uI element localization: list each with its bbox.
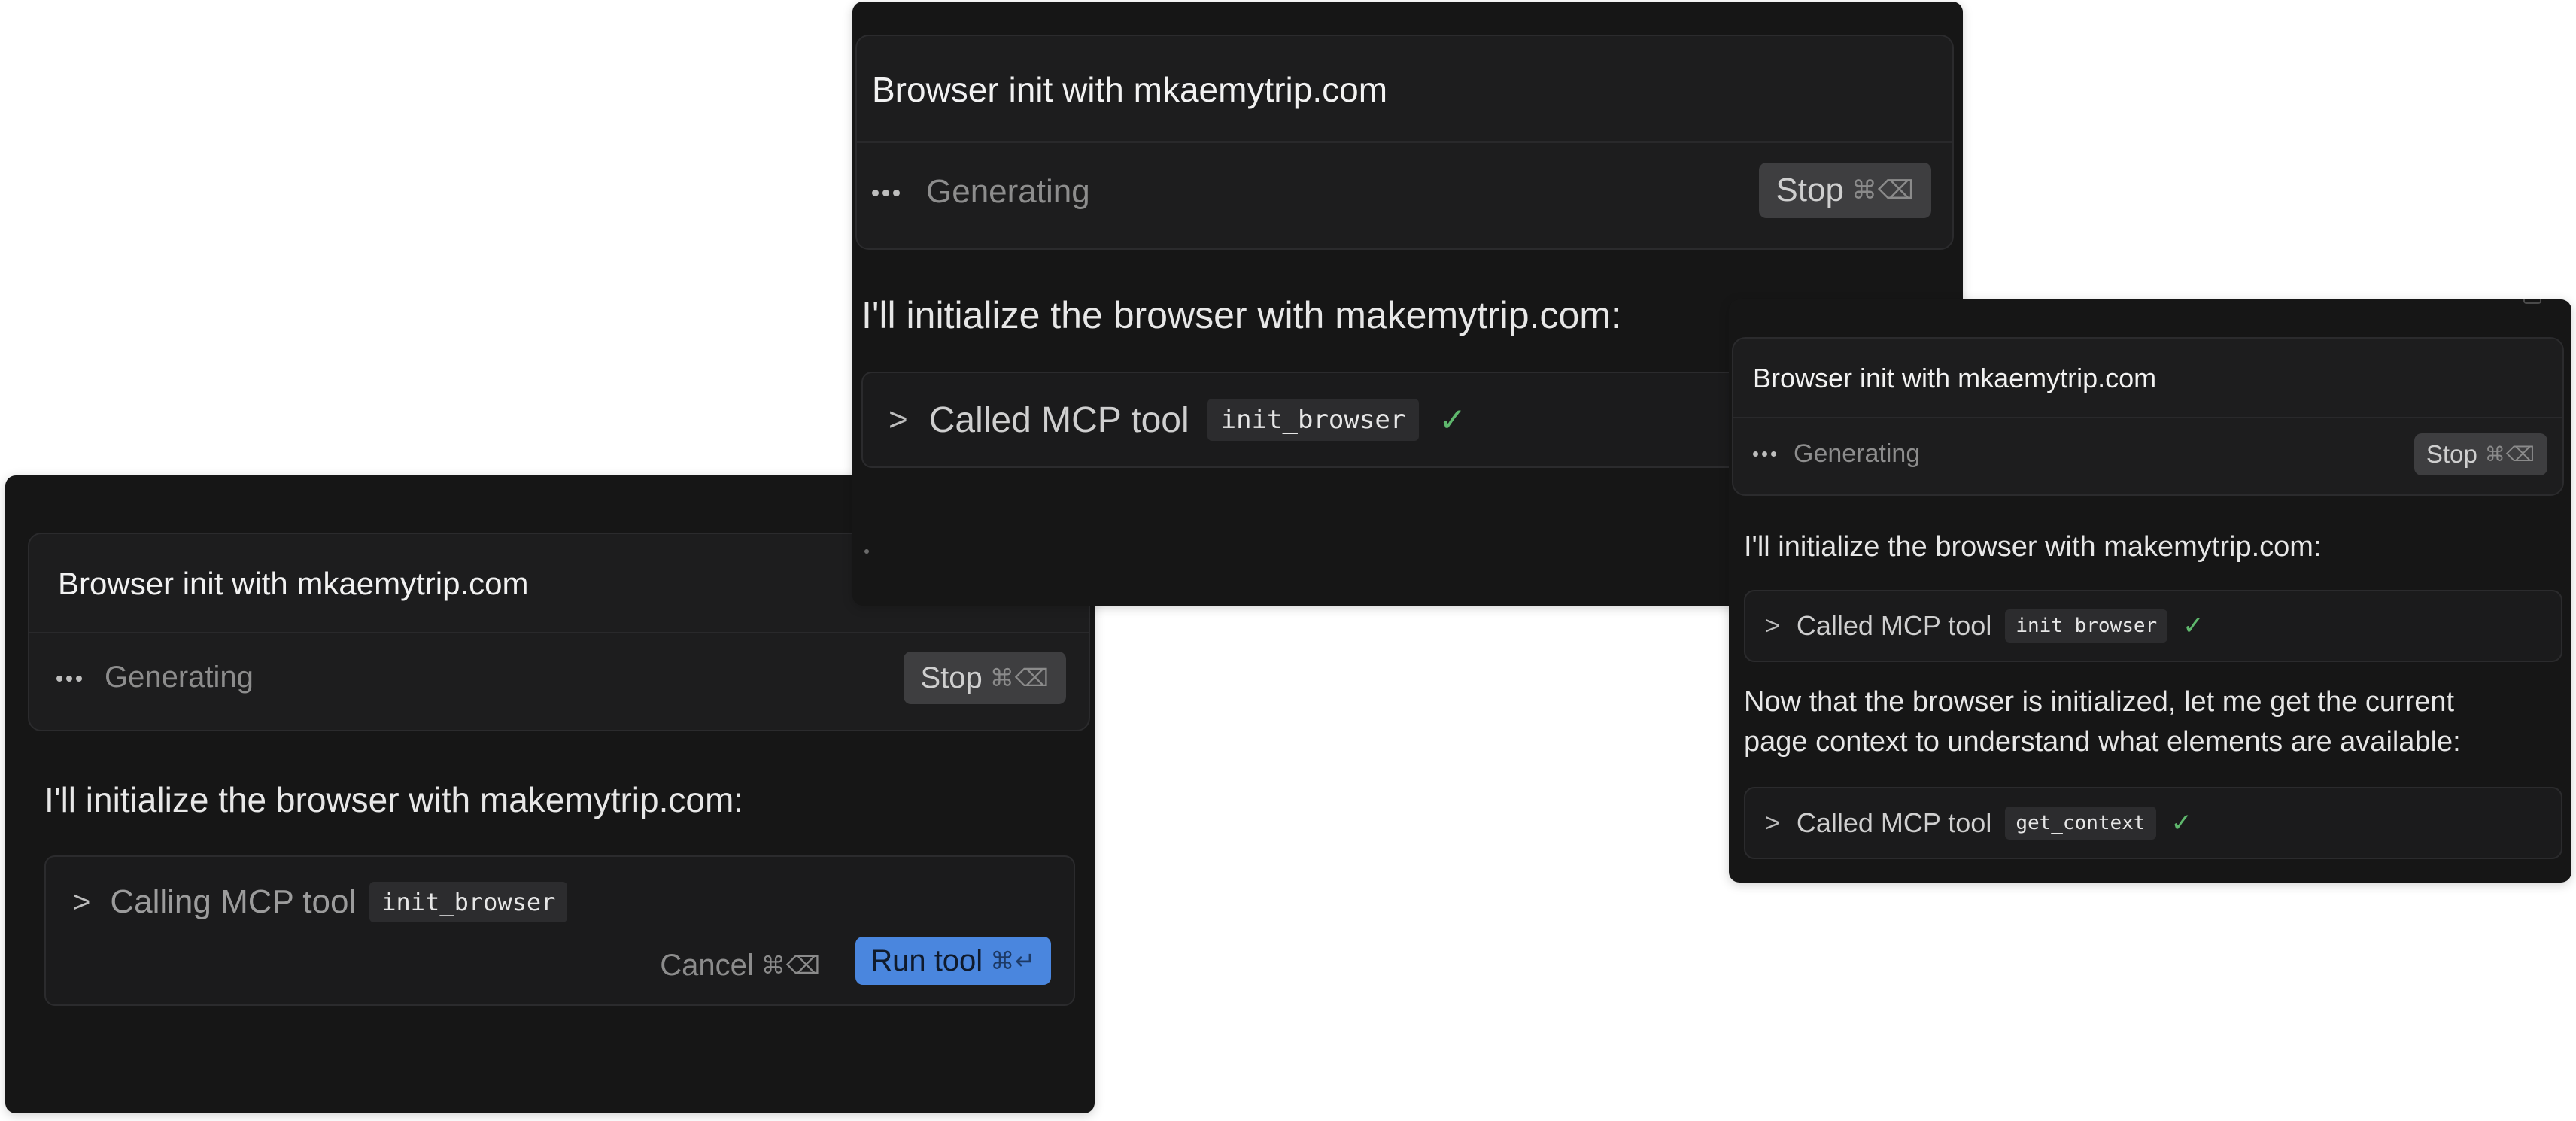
tool-call-label: Called MCP tool bbox=[1796, 610, 1992, 641]
tool-call-header[interactable]: > Called MCP tool init_browser ✓ bbox=[889, 396, 1466, 444]
tool-call-header[interactable]: > Calling MCP tool init_browser bbox=[73, 879, 568, 925]
cancel-button-label: Cancel bbox=[660, 948, 754, 982]
tool-call-label: Called MCP tool bbox=[928, 399, 1189, 440]
chat-panel-right: Browser init with mkaemytrip.com Generat… bbox=[1729, 299, 2571, 883]
tool-call-card: > Called MCP tool init_browser ✓ bbox=[1744, 590, 2562, 662]
assistant-message-line-2: page context to understand what elements… bbox=[1744, 726, 2461, 758]
conversation-title: Browser init with mkaemytrip.com bbox=[1753, 363, 2157, 393]
stop-button-label: Stop bbox=[920, 661, 983, 694]
stop-button-label: Stop bbox=[2426, 440, 2477, 468]
stop-shortcut: ⌘⌫ bbox=[2484, 442, 2535, 466]
tool-name-chip: get_context bbox=[2005, 807, 2156, 840]
loading-dots-icon bbox=[872, 190, 900, 196]
assistant-message: I'll initialize the browser with makemyt… bbox=[44, 780, 744, 819]
streaming-cursor bbox=[864, 549, 869, 554]
run-tool-label: Run tool bbox=[870, 943, 983, 977]
tool-call-header[interactable]: > Called MCP tool init_browser ✓ bbox=[1765, 606, 2204, 646]
tool-name-chip: init_browser bbox=[1207, 399, 1420, 441]
tool-call-header[interactable]: > Called MCP tool get_context ✓ bbox=[1765, 804, 2192, 843]
composer-card: Browser init with mkaemytrip.com Generat… bbox=[855, 35, 1954, 250]
tool-call-card: > Called MCP tool get_context ✓ bbox=[1744, 787, 2562, 859]
generating-status: Generating bbox=[1794, 439, 1921, 468]
chevron-right-icon[interactable]: > bbox=[73, 886, 90, 919]
check-icon: ✓ bbox=[2183, 612, 2204, 640]
check-icon: ✓ bbox=[2170, 809, 2193, 837]
loading-dots-icon bbox=[1753, 451, 1776, 457]
tool-name-chip: init_browser bbox=[369, 882, 568, 922]
chevron-right-icon[interactable]: > bbox=[1765, 809, 1780, 838]
stop-button[interactable]: Stop ⌘⌫ bbox=[904, 652, 1066, 704]
run-tool-shortcut: ⌘↵ bbox=[990, 947, 1036, 974]
generating-status: Generating bbox=[105, 661, 254, 694]
chevron-right-icon[interactable]: > bbox=[889, 401, 908, 439]
composer-card: Browser init with mkaemytrip.com Generat… bbox=[1732, 337, 2564, 496]
stop-button-label: Stop bbox=[1776, 172, 1844, 208]
loading-dots-icon bbox=[56, 676, 82, 682]
assistant-message-line-1: Now that the browser is initialized, let… bbox=[1744, 686, 2455, 718]
tool-call-card: > Calling MCP tool init_browser Cancel ⌘… bbox=[44, 855, 1075, 1006]
tool-name-chip: init_browser bbox=[2005, 609, 2168, 643]
assistant-message: I'll initialize the browser with makemyt… bbox=[1744, 531, 2322, 563]
check-icon: ✓ bbox=[1438, 401, 1467, 439]
stop-button[interactable]: Stop ⌘⌫ bbox=[1759, 163, 1931, 218]
tool-call-label: Calling MCP tool bbox=[110, 883, 357, 920]
tool-call-label: Called MCP tool bbox=[1796, 807, 1992, 838]
generating-status: Generating bbox=[926, 173, 1090, 210]
chevron-right-icon[interactable]: > bbox=[1765, 612, 1780, 641]
corner-icon bbox=[2523, 299, 2541, 304]
run-tool-button[interactable]: Run tool ⌘↵ bbox=[855, 937, 1051, 985]
cancel-button[interactable]: Cancel ⌘⌫ bbox=[660, 941, 821, 989]
stop-shortcut: ⌘⌫ bbox=[1851, 176, 1915, 205]
assistant-message: I'll initialize the browser with makemyt… bbox=[861, 294, 1621, 336]
stop-button[interactable]: Stop ⌘⌫ bbox=[2413, 433, 2547, 475]
stop-shortcut: ⌘⌫ bbox=[989, 664, 1050, 691]
cancel-shortcut: ⌘⌫ bbox=[761, 952, 821, 979]
conversation-title: Browser init with mkaemytrip.com bbox=[872, 70, 1388, 109]
